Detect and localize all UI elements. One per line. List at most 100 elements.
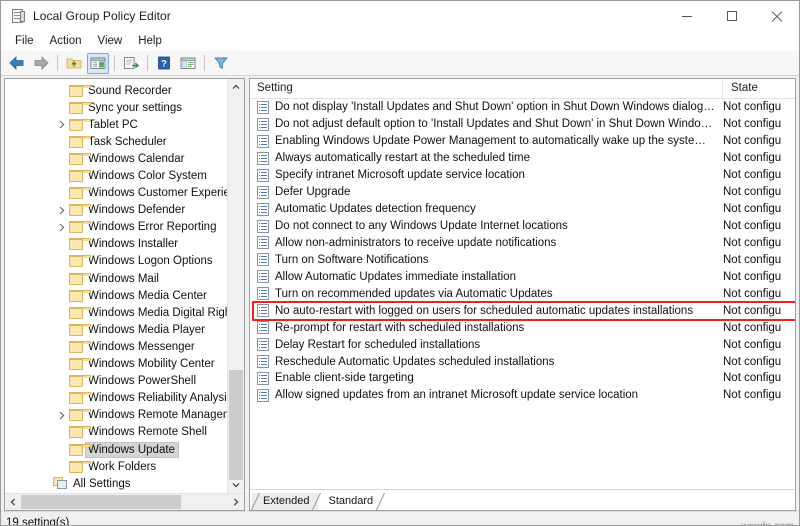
tree-item-windows-error-reporting[interactable]: Windows Error Reporting	[5, 219, 227, 236]
chevron-right-icon[interactable]	[55, 118, 69, 132]
table-row[interactable]: Turn on recommended updates via Automati…	[250, 285, 795, 302]
setting-state: Not configu	[723, 287, 782, 300]
tree-item-windows-remote-shell[interactable]: Windows Remote Shell	[5, 424, 227, 441]
forward-arrow-icon[interactable]	[30, 53, 52, 74]
properties-icon[interactable]	[177, 53, 199, 74]
back-arrow-icon[interactable]	[6, 53, 28, 74]
tree-item-windows-logon-options[interactable]: Windows Logon Options	[5, 253, 227, 270]
status-text: 19 setting(s)	[6, 517, 70, 526]
tree-scroll-thumb[interactable]	[229, 370, 243, 480]
chevron-right-icon[interactable]	[55, 220, 69, 234]
maximize-button[interactable]	[709, 1, 754, 31]
tree-item-windows-media-player[interactable]: Windows Media Player	[5, 321, 227, 338]
table-row[interactable]: Do not display 'Install Updates and Shut…	[250, 99, 795, 116]
menu-help[interactable]: Help	[130, 32, 170, 50]
policy-setting-icon	[257, 151, 270, 165]
window-title: Local Group Policy Editor	[33, 9, 171, 23]
menu-file[interactable]: File	[7, 32, 42, 50]
tree-item-windows-defender[interactable]: Windows Defender	[5, 202, 227, 219]
table-row[interactable]: Do not adjust default option to 'Install…	[250, 116, 795, 133]
tree-horizontal-scrollbar[interactable]	[5, 493, 244, 510]
table-row[interactable]: Allow signed updates from an intranet Mi…	[250, 387, 795, 404]
tree-item-work-folders[interactable]: Work Folders	[5, 458, 227, 475]
policy-setting-icon	[257, 270, 270, 284]
svg-text:?: ?	[161, 59, 167, 70]
menu-action[interactable]: Action	[42, 32, 90, 50]
tree-item-label: Windows Customer Experience Ir	[88, 187, 227, 200]
tree-item-windows-media-center[interactable]: Windows Media Center	[5, 287, 227, 304]
tree-item-all-settings[interactable]: All Settings	[5, 475, 227, 492]
tree-hscroll-thumb[interactable]	[21, 495, 181, 509]
minimize-button[interactable]	[664, 1, 709, 31]
tree-item-label: Windows Error Reporting	[88, 221, 217, 234]
tab-standard[interactable]: Standard	[317, 493, 386, 510]
table-row[interactable]: Always automatically restart at the sche…	[250, 150, 795, 167]
tree-item-label: Windows Calendar	[88, 152, 185, 165]
tree-item-tablet-pc[interactable]: Tablet PC	[5, 116, 227, 133]
setting-state: Not configu	[723, 203, 782, 216]
tree-expander-placeholder	[55, 237, 69, 251]
policy-setting-icon	[257, 168, 270, 182]
table-row[interactable]: Re-prompt for restart with scheduled ins…	[250, 319, 795, 336]
tree-item-windows-reliability-analysis[interactable]: Windows Reliability Analysis	[5, 390, 227, 407]
tree-item-windows-mail[interactable]: Windows Mail	[5, 270, 227, 287]
setting-name: Reschedule Automatic Updates scheduled i…	[275, 355, 555, 368]
tree-item-label: Windows Media Center	[88, 289, 207, 302]
tree-item-windows-customer-experience-ir[interactable]: Windows Customer Experience Ir	[5, 185, 227, 202]
table-row[interactable]: Specify intranet Microsoft update servic…	[250, 167, 795, 184]
table-row[interactable]: Enable client-side targeting Not configu	[250, 370, 795, 387]
scroll-left-icon[interactable]	[5, 494, 21, 510]
table-row[interactable]: Enabling Windows Update Power Management…	[250, 133, 795, 150]
toolbar-separator	[147, 55, 148, 71]
policy-tree[interactable]: Sound Recorder Sync your settings Tablet P…	[5, 79, 227, 493]
scroll-up-icon[interactable]	[228, 79, 244, 95]
tab-extended[interactable]: Extended	[251, 493, 322, 510]
export-list-icon[interactable]	[120, 53, 142, 74]
tree-item-windows-media-digital-rights-m[interactable]: Windows Media Digital Rights M	[5, 304, 227, 321]
tree-item-sync-your-settings[interactable]: Sync your settings	[5, 99, 227, 116]
table-row[interactable]: Do not connect to any Windows Update Int…	[250, 218, 795, 235]
table-row[interactable]: Reschedule Automatic Updates scheduled i…	[250, 353, 795, 370]
tree-item-windows-mobility-center[interactable]: Windows Mobility Center	[5, 356, 227, 373]
toolbar-separator	[57, 55, 58, 71]
chevron-right-icon[interactable]	[55, 203, 69, 217]
help-icon[interactable]: ?	[153, 53, 175, 74]
scroll-right-icon[interactable]	[228, 494, 244, 510]
watermark-text: wsxdn.com	[741, 520, 794, 526]
table-row[interactable]: Turn on Software Notifications Not config…	[250, 251, 795, 268]
tree-item-windows-calendar[interactable]: Windows Calendar	[5, 150, 227, 167]
tree-item-label: Windows Defender	[88, 204, 186, 217]
tree-item-windows-messenger[interactable]: Windows Messenger	[5, 338, 227, 355]
tree-item-label: Windows Remote Management	[88, 409, 227, 422]
setting-name: Always automatically restart at the sche…	[275, 152, 531, 165]
close-button[interactable]	[754, 1, 799, 31]
tree-item-sound-recorder[interactable]: Sound Recorder	[5, 82, 227, 99]
table-row[interactable]: Automatic Updates detection frequency Not…	[250, 201, 795, 218]
tree-hscroll-track[interactable]	[21, 494, 228, 510]
table-row[interactable]: Allow non-administrators to receive upda…	[250, 235, 795, 252]
tree-item-label: All Settings	[73, 477, 131, 490]
table-row[interactable]: Delay Restart for scheduled installation…	[250, 336, 795, 353]
up-folder-icon[interactable]	[63, 53, 85, 74]
table-row[interactable]: Defer Upgrade Not configu	[250, 184, 795, 201]
table-row[interactable]: Allow Automatic Updates immediate instal…	[250, 268, 795, 285]
tree-scroll-track[interactable]	[228, 95, 244, 480]
tree-item-windows-powershell[interactable]: Windows PowerShell	[5, 373, 227, 390]
setting-name: Automatic Updates detection frequency	[275, 203, 476, 216]
tree-item-windows-remote-management[interactable]: Windows Remote Management	[5, 407, 227, 424]
tree-vertical-scrollbar[interactable]	[227, 79, 244, 493]
menu-view[interactable]: View	[90, 32, 131, 50]
column-header-setting[interactable]: Setting	[250, 79, 723, 98]
folder-icon	[69, 460, 91, 473]
table-row[interactable]: No auto-restart with logged on users for…	[250, 302, 795, 319]
chevron-right-icon[interactable]	[55, 408, 69, 422]
tree-expander-placeholder	[55, 101, 69, 115]
show-hide-tree-icon[interactable]	[87, 52, 109, 74]
tree-item-windows-installer[interactable]: Windows Installer	[5, 236, 227, 253]
settings-list[interactable]: Do not display 'Install Updates and Shut…	[250, 99, 795, 489]
tree-item-windows-update[interactable]: Windows Update	[5, 441, 227, 458]
tree-item-task-scheduler[interactable]: Task Scheduler	[5, 133, 227, 150]
filter-icon[interactable]	[210, 53, 232, 74]
column-header-state[interactable]: State	[723, 79, 795, 98]
tree-item-windows-color-system[interactable]: Windows Color System	[5, 167, 227, 184]
